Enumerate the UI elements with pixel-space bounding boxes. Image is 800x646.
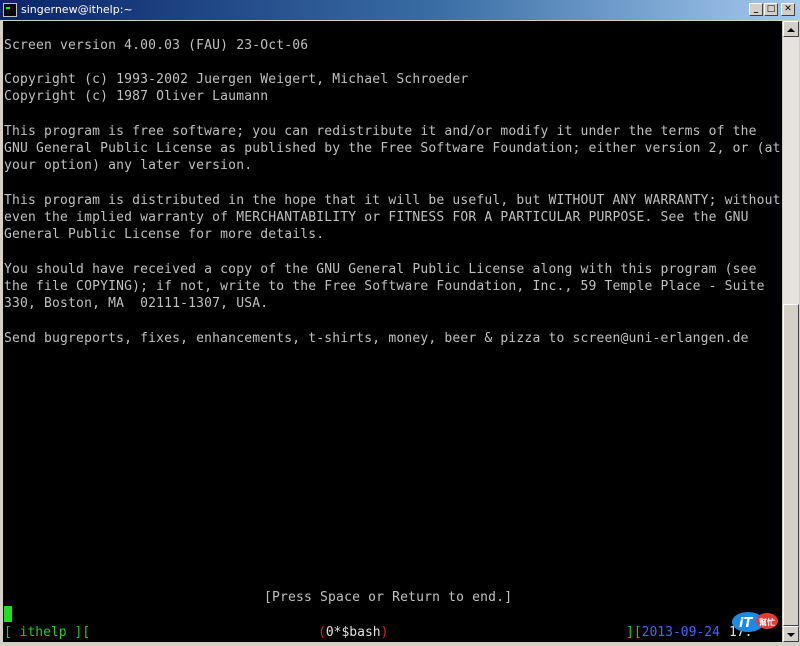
maximize-button[interactable]: □	[764, 3, 778, 16]
terminal-line: the file COPYING); if not, write to the …	[4, 279, 765, 294]
terminal-area[interactable]: Screen version 4.00.03 (FAU) 23-Oct-06 C…	[3, 21, 782, 642]
minimize-button[interactable]: _	[749, 3, 763, 16]
continue-prompt: [Press Space or Return to end.]	[264, 590, 513, 605]
terminal-line: You should have received a copy of the G…	[4, 262, 757, 277]
scroll-down-button[interactable]	[783, 626, 799, 642]
terminal-cursor	[4, 606, 12, 622]
terminal-line: GNU General Public License as published …	[4, 141, 781, 156]
scroll-up-button[interactable]	[783, 21, 799, 37]
terminal-line: Screen version 4.00.03 (FAU) 23-Oct-06	[4, 38, 309, 53]
terminal-line: Copyright (c) 1987 Oliver Laumann	[4, 89, 269, 104]
screen-status-line: [ ithelp ][ (0*$bash) ][2013-09-24 17:	[3, 624, 782, 642]
vertical-scrollbar[interactable]	[783, 21, 799, 642]
scroll-thumb[interactable]	[783, 304, 799, 626]
down-arrow-icon	[787, 633, 795, 637]
window-title: singernew@ithelp:~	[21, 3, 133, 16]
terminal-line: Send bugreports, fixes, enhancements, t-…	[4, 331, 749, 346]
terminal-line: This program is distributed in the hope …	[4, 193, 781, 208]
terminal-line: 330, Boston, MA 02111-1307, USA.	[4, 296, 269, 311]
status-open-paren: (	[318, 625, 326, 640]
terminal-line: even the implied warranty of MERCHANTABI…	[4, 210, 749, 225]
terminal-line: your option) any later version.	[4, 158, 253, 173]
status-window-list: (0*$bash)	[318, 624, 388, 642]
status-bracket: ][	[626, 625, 642, 640]
terminal-line: General Public License for more details.	[4, 227, 325, 242]
status-close-paren: )	[380, 625, 389, 640]
watermark-it: iT	[739, 616, 753, 631]
close-button[interactable]: ✕	[781, 3, 795, 16]
terminal-app-icon[interactable]	[3, 3, 17, 17]
status-date: 2013-09-24	[641, 625, 720, 640]
title-bar[interactable]: singernew@ithelp:~ _ □ ✕	[0, 0, 800, 20]
terminal-line: Copyright (c) 1993-2002 Juergen Weigert,…	[4, 72, 469, 87]
status-window-name: 0*$bash	[325, 625, 381, 640]
status-hostname: [ ithelp ][	[4, 625, 91, 640]
terminal-line: This program is free software; you can r…	[4, 124, 757, 139]
watermark-text: 幫忙	[759, 617, 775, 627]
up-arrow-icon	[787, 28, 795, 32]
terminal-window: singernew@ithelp:~ _ □ ✕ Screen version …	[0, 0, 800, 645]
ithelp-watermark-logo: iT 幫忙	[732, 612, 778, 632]
